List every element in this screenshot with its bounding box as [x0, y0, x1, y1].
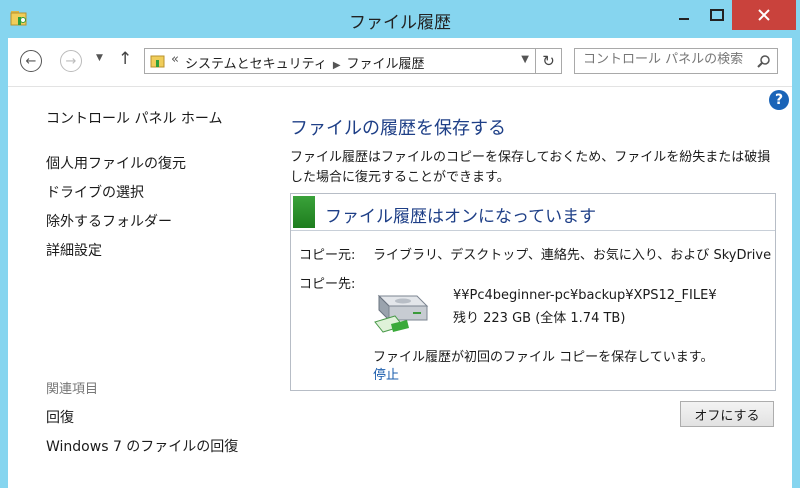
- help-icon[interactable]: ?: [769, 90, 789, 110]
- close-icon: [758, 6, 770, 25]
- maximize-button[interactable]: [702, 0, 732, 30]
- sidebar-item-windows7-recovery[interactable]: Windows 7 のファイルの回復: [46, 436, 238, 456]
- arrow-right-icon: →: [65, 53, 77, 69]
- arrow-up-icon: ↑: [118, 49, 133, 69]
- window: ファイル履歴 ← → ▼ ↑ « システムとセキュリティ ▶ ファイル履歴 ▼ …: [0, 0, 800, 488]
- related-heading: 関連項目: [46, 382, 99, 397]
- address-dropdown-icon[interactable]: ▼: [521, 54, 529, 65]
- search-box[interactable]: [574, 48, 778, 74]
- page-description: ファイル履歴はファイルのコピーを保存しておくため、ファイルを紛失または破損した場…: [290, 150, 771, 185]
- status-panel: ファイル履歴はオンになっています コピー元: ライブラリ、デスクトップ、連絡先、…: [290, 193, 776, 391]
- copy-to-label: コピー先:: [299, 277, 356, 292]
- arrow-left-icon: ←: [25, 53, 37, 69]
- search-icon[interactable]: [757, 53, 771, 72]
- status-indicator: [293, 196, 315, 228]
- breadcrumb-item-system-security[interactable]: システムとセキュリティ: [185, 57, 327, 72]
- folder-history-icon: [150, 53, 166, 69]
- chevron-right-icon: ▶: [332, 60, 341, 71]
- turn-off-button[interactable]: オフにする: [680, 401, 774, 427]
- progress-text: ファイル履歴が初回のファイル コピーを保存しています。: [373, 350, 714, 365]
- sidebar-control-panel-home[interactable]: コントロール パネル ホーム: [46, 108, 222, 128]
- breadcrumb-item-file-history[interactable]: ファイル履歴: [347, 57, 425, 72]
- navigation-bar: ← → ▼ ↑ « システムとセキュリティ ▶ ファイル履歴 ▼ ↻: [8, 38, 792, 87]
- title-bar[interactable]: ファイル履歴: [0, 0, 800, 38]
- status-text: ファイル履歴はオンになっています: [325, 207, 597, 227]
- refresh-button[interactable]: ↻: [536, 48, 562, 74]
- search-input[interactable]: [583, 52, 753, 67]
- client-area: ← → ▼ ↑ « システムとセキュリティ ▶ ファイル履歴 ▼ ↻ コントロー…: [8, 38, 792, 488]
- minimize-icon: [678, 6, 690, 25]
- chevron-down-icon: ▼: [96, 53, 103, 63]
- maximize-icon: [710, 6, 724, 25]
- copy-from-value: ライブラリ、デスクトップ、連絡先、お気に入り、および SkyDrive: [373, 248, 772, 263]
- destination-space: 残り 223 GB (全体 1.74 TB): [453, 311, 626, 326]
- sidebar-item-advanced-settings[interactable]: 詳細設定: [46, 240, 102, 260]
- destination-path: ¥¥Pc4beginner-pc¥backup¥XPS12_FILE¥: [453, 288, 717, 303]
- page-title: ファイルの履歴を保存する: [290, 118, 506, 139]
- sidebar-item-select-drive[interactable]: ドライブの選択: [46, 182, 144, 202]
- back-button[interactable]: ←: [20, 50, 42, 72]
- status-header: ファイル履歴はオンになっています: [291, 194, 775, 231]
- forward-button[interactable]: →: [60, 50, 82, 72]
- copy-from-label: コピー元:: [299, 248, 356, 263]
- breadcrumb: システムとセキュリティ ▶ ファイル履歴: [185, 53, 425, 72]
- backup-drive-icon: [373, 286, 435, 334]
- recent-locations-button[interactable]: ▼: [96, 53, 103, 63]
- up-button[interactable]: ↑: [118, 49, 132, 69]
- close-button[interactable]: [732, 0, 796, 30]
- breadcrumb-overflow[interactable]: «: [171, 52, 179, 67]
- minimize-button[interactable]: [666, 0, 702, 30]
- sidebar-item-exclude-folders[interactable]: 除外するフォルダー: [46, 211, 172, 231]
- refresh-icon: ↻: [542, 52, 555, 70]
- address-bar[interactable]: « システムとセキュリティ ▶ ファイル履歴 ▼: [144, 48, 536, 74]
- sidebar-item-recovery[interactable]: 回復: [46, 407, 74, 427]
- stop-link[interactable]: 停止: [373, 364, 399, 383]
- sidebar-item-restore-files[interactable]: 個人用ファイルの復元: [46, 153, 186, 173]
